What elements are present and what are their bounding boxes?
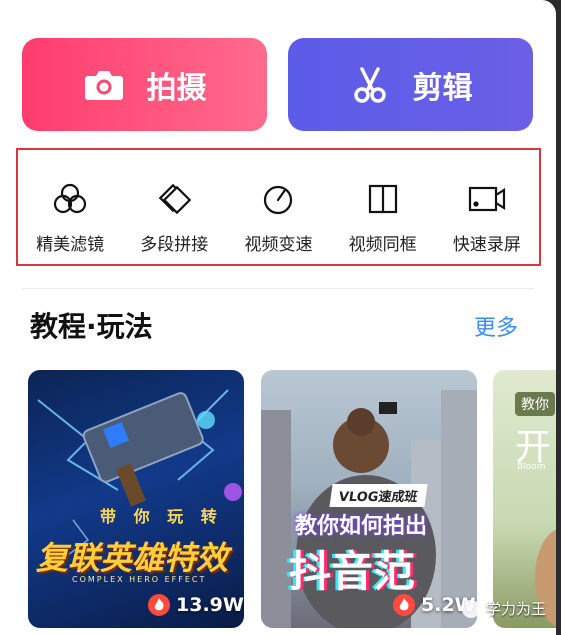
tutorial-card-vlog[interactable]: VLOG速成班 教你如何拍出 抖音范 5.2W [261, 370, 477, 628]
tool-duet[interactable]: 视频同框 [333, 178, 433, 255]
tutorial-card-partial[interactable]: 教你 开 Bloom [493, 370, 556, 628]
view-count-value: 13.9W [176, 594, 244, 616]
tool-speed[interactable]: 视频变速 [228, 178, 328, 255]
card-title: 教你如何拍出 [295, 514, 428, 539]
section-title: 教程·玩法 [30, 310, 153, 343]
scissors-icon [349, 64, 391, 106]
fire-icon [393, 594, 415, 616]
speed-icon [257, 178, 299, 220]
wechat-icon [462, 599, 480, 618]
tool-label: 精美滤镜 [36, 235, 105, 255]
more-link[interactable]: 更多 [474, 310, 518, 342]
card-headline: 抖音范 [289, 547, 416, 596]
tool-label: 多段拼接 [140, 235, 209, 255]
splice-icon [153, 178, 195, 220]
edit-button[interactable]: 剪辑 [288, 38, 533, 131]
card-subtitle: Bloom [517, 462, 546, 472]
filter-icon [49, 178, 91, 220]
tutorial-card-hero-effect[interactable]: 带 你 玩 转 复联英雄特效 COMPLEX HERO EFFECT 13.9W [28, 370, 244, 628]
camera-icon [83, 64, 125, 106]
card-tag: 教你 [515, 392, 555, 416]
shoot-button[interactable]: 拍摄 [22, 38, 267, 131]
watermark: 学力为王 [462, 598, 546, 619]
view-count: 13.9W [148, 594, 244, 616]
screen-record-icon [466, 178, 508, 220]
card-kicker: 带 你 玩 转 [100, 507, 223, 526]
tool-row: 精美滤镜 多段拼接 视频变速 视频同框 快速录屏 [16, 148, 541, 266]
video-editor-home: 拍摄 剪辑 精美滤镜 多段拼接 视频变速 视频同框 快速录屏 教程·玩法 更多 … [0, 0, 556, 635]
tool-filter[interactable]: 精美滤镜 [20, 178, 120, 255]
shoot-label: 拍摄 [146, 70, 207, 106]
card-tag: VLOG速成班 [329, 484, 428, 507]
watermark-text: 学力为王 [486, 600, 547, 618]
tool-screen-record[interactable]: 快速录屏 [437, 178, 537, 255]
tool-label: 视频变速 [244, 235, 313, 255]
edit-label: 剪辑 [412, 70, 473, 106]
card-subtitle: COMPLEX HERO EFFECT [72, 575, 207, 584]
divider [22, 288, 534, 289]
duet-icon [362, 178, 404, 220]
fire-icon [148, 594, 170, 616]
tool-label: 视频同框 [348, 235, 417, 255]
tool-splice[interactable]: 多段拼接 [124, 178, 224, 255]
card-title: 复联英雄特效 [36, 539, 229, 577]
hammer-artwork [37, 389, 242, 571]
tool-label: 快速录屏 [452, 235, 521, 255]
